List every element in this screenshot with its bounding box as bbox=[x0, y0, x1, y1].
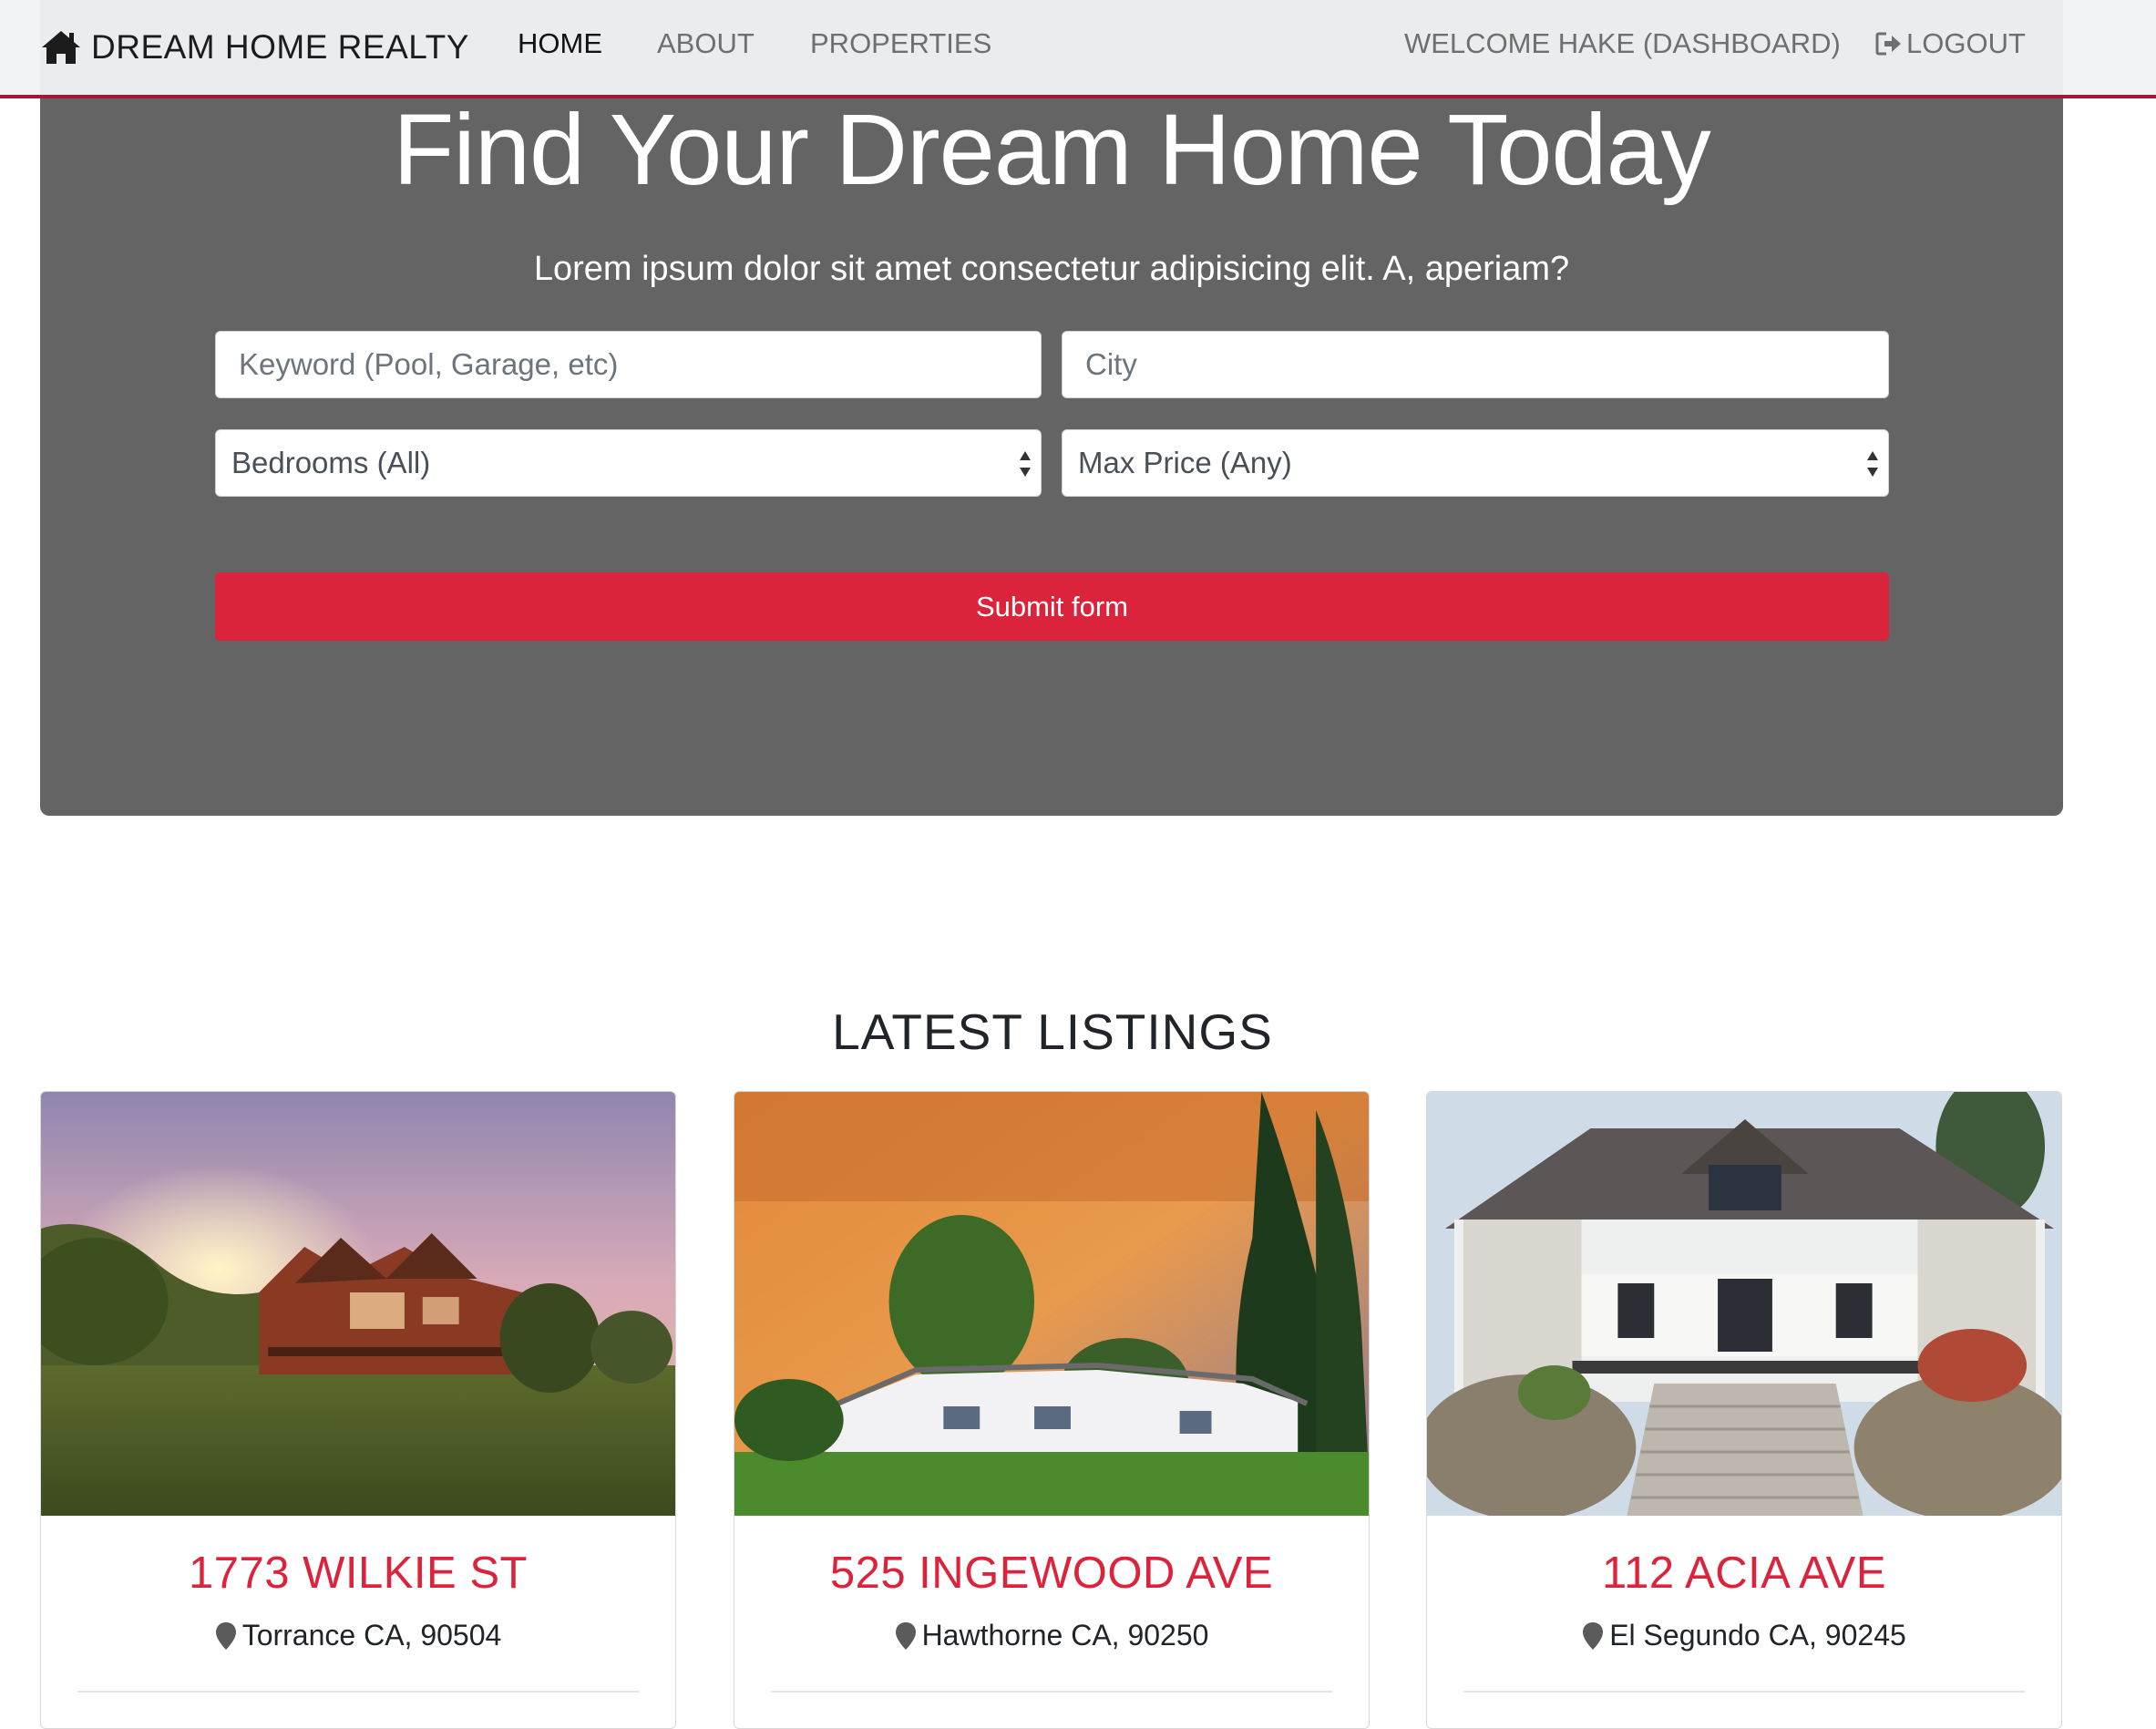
latest-listings-heading: LATEST LISTINGS bbox=[832, 1003, 1273, 1060]
nav-properties[interactable]: PROPERTIES bbox=[810, 27, 991, 60]
map-marker-icon bbox=[895, 1621, 916, 1650]
brand-name: DREAM HOME REALTY bbox=[91, 28, 469, 66]
max-price-select[interactable]: Max Price (Any) bbox=[1062, 429, 1889, 497]
bedrooms-select[interactable]: Bedrooms (All) bbox=[215, 429, 1042, 497]
navbar: DREAM HOME REALTY HOME ABOUT PROPERTIES … bbox=[0, 0, 2156, 98]
map-marker-icon bbox=[1583, 1621, 1604, 1650]
listing-photo[interactable] bbox=[1427, 1092, 2061, 1516]
hero-title: Find Your Dream Home Today bbox=[393, 94, 1711, 206]
select-arrows-icon bbox=[1867, 451, 1878, 477]
listing-title[interactable]: 112 ACIA AVE bbox=[1427, 1548, 2061, 1599]
listing-location: El Segundo CA, 90245 bbox=[1427, 1619, 2061, 1652]
logout-label: LOGOUT bbox=[1906, 27, 2026, 59]
select-arrows-icon bbox=[1020, 451, 1031, 477]
listing-photo[interactable] bbox=[734, 1092, 1369, 1516]
hero-section: Find Your Dream Home Today Lorem ipsum d… bbox=[40, 55, 2063, 816]
nav-dashboard[interactable]: WELCOME HAKE (DASHBOARD) bbox=[1404, 27, 1841, 60]
listing-location-text: Hawthorne CA, 90250 bbox=[921, 1619, 1209, 1652]
map-marker-icon bbox=[215, 1621, 236, 1650]
nav-home[interactable]: HOME bbox=[518, 27, 602, 60]
keyword-input[interactable]: Keyword (Pool, Garage, etc) bbox=[215, 331, 1042, 398]
listing-location: Hawthorne CA, 90250 bbox=[734, 1619, 1369, 1652]
sign-out-icon bbox=[1875, 32, 1901, 56]
listing-card: 1773 WILKIE ST Torrance CA, 90504 bbox=[40, 1091, 676, 1729]
listing-title[interactable]: 525 INGEWOOD AVE bbox=[734, 1548, 1369, 1599]
keyword-placeholder: Keyword (Pool, Garage, etc) bbox=[239, 347, 619, 381]
logout-link[interactable]: LOGOUT bbox=[1875, 27, 2026, 60]
listing-card: 525 INGEWOOD AVE Hawthorne CA, 90250 bbox=[734, 1091, 1370, 1729]
listing-photo[interactable] bbox=[41, 1092, 675, 1516]
submit-button[interactable]: Submit form bbox=[215, 572, 1889, 641]
listing-title[interactable]: 1773 WILKIE ST bbox=[41, 1548, 675, 1599]
city-input[interactable]: City bbox=[1062, 331, 1889, 398]
listing-location: Torrance CA, 90504 bbox=[41, 1619, 675, 1652]
listing-location-text: Torrance CA, 90504 bbox=[241, 1619, 502, 1652]
listing-location-text: El Segundo CA, 90245 bbox=[1609, 1619, 1906, 1652]
brand-link[interactable]: DREAM HOME REALTY bbox=[40, 22, 469, 73]
card-divider bbox=[771, 1691, 1332, 1693]
nav-about[interactable]: ABOUT bbox=[657, 27, 755, 60]
city-placeholder: City bbox=[1085, 347, 1137, 381]
card-divider bbox=[1463, 1691, 2025, 1693]
listing-card: 112 ACIA AVE El Segundo CA, 90245 bbox=[1426, 1091, 2062, 1729]
max-price-selected-value: Max Price (Any) bbox=[1078, 446, 1292, 479]
home-icon bbox=[42, 31, 80, 64]
bedrooms-selected-value: Bedrooms (All) bbox=[231, 446, 431, 479]
card-divider bbox=[77, 1691, 639, 1693]
hero-lead: Lorem ipsum dolor sit amet consectetur a… bbox=[533, 250, 1570, 288]
